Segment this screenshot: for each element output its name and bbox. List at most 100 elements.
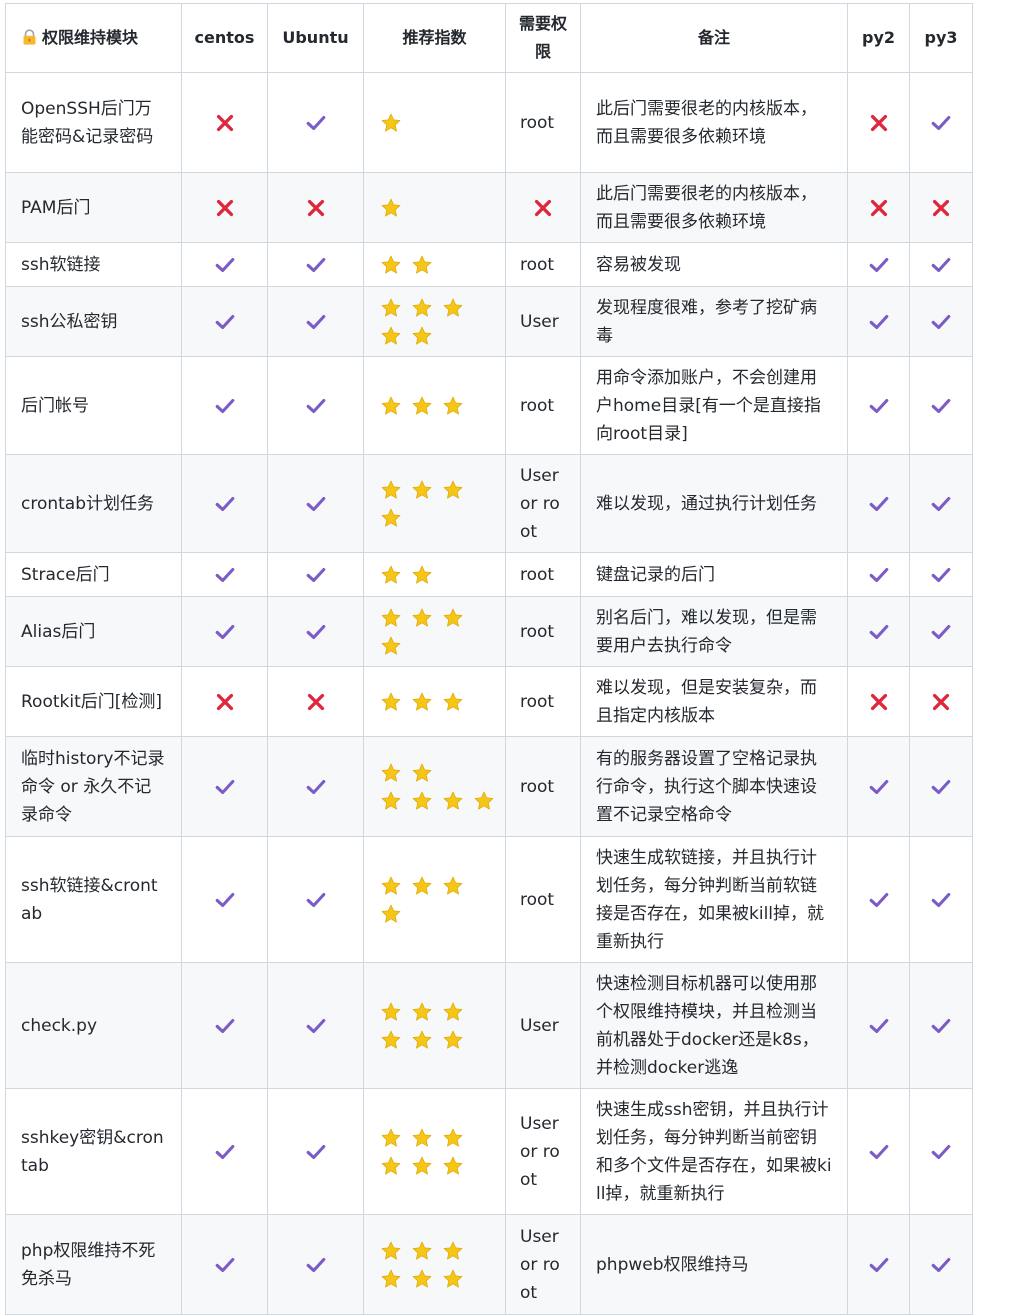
permission-cell: root: [505, 666, 581, 737]
py2-support-cell: [847, 72, 910, 173]
check-icon: [868, 254, 890, 276]
check-icon: [868, 776, 890, 798]
star-icon: [380, 197, 402, 219]
table-row: ssh软链接&crontab root 快速生成软链接，并且执行计划任务，每分钟判断…: [5, 836, 973, 963]
star-icon: [380, 1240, 402, 1262]
py2-support-cell: [847, 172, 910, 243]
py3-support-cell: [909, 552, 973, 597]
check-icon: [305, 564, 327, 586]
rating-cell: [363, 72, 506, 173]
permission-cell: root: [505, 552, 581, 597]
rating-cell: [363, 736, 506, 837]
star-row: [380, 998, 497, 1026]
check-icon: [214, 1141, 236, 1163]
py3-support-cell: [909, 286, 973, 357]
note-cell: 难以发现，但是安装复杂，而且指定内核版本: [580, 666, 848, 737]
py2-support-cell: [847, 1088, 910, 1215]
check-icon: [214, 1254, 236, 1276]
star-row: [380, 1124, 497, 1152]
note-cell: 快速生成ssh密钥，并且执行计划任务，每分钟判断当前密钥和多个文件是否存在，如果…: [580, 1088, 848, 1215]
star-icon: [411, 297, 433, 319]
check-icon: [214, 621, 236, 643]
star-row: [380, 294, 497, 322]
py2-support-cell: [847, 286, 910, 357]
rating-cell: [363, 172, 506, 243]
rating-cell: [363, 552, 506, 597]
table-body: OpenSSH后门万能密码&记录密码 root 此后门需要很老的内核版本，而且需要很…: [5, 72, 973, 1315]
permission-cell: User: [505, 962, 581, 1089]
star-row: [380, 1265, 497, 1293]
rating-cell: [363, 454, 506, 553]
centos-support-cell: [181, 356, 268, 455]
header-note: 备注: [580, 3, 848, 73]
star-icon: [380, 395, 402, 417]
check-icon: [868, 1015, 890, 1037]
py3-support-cell: [909, 962, 973, 1089]
centos-support-cell: [181, 172, 268, 243]
note-cell: 发现程度很难，参考了挖矿病毒: [580, 286, 848, 357]
centos-support-cell: [181, 552, 268, 597]
ubuntu-support-cell: [267, 666, 364, 737]
check-icon: [214, 564, 236, 586]
star-icon: [442, 1029, 464, 1051]
check-icon: [305, 1015, 327, 1037]
cross-icon: [305, 197, 327, 219]
persistence-modules-table-wrapper: 权限维持模块 centos Ubuntu 推荐指数 需要权限 备注 py2 py…: [5, 3, 973, 1315]
star-icon: [411, 790, 433, 812]
module-name-cell: sshkey密钥&crontab: [5, 1088, 182, 1215]
check-icon: [930, 254, 952, 276]
star-icon: [473, 790, 495, 812]
permission-cell: User or root: [505, 1088, 581, 1215]
table-header-row: 权限维持模块 centos Ubuntu 推荐指数 需要权限 备注 py2 py…: [5, 3, 973, 73]
module-name-cell: ssh软链接&crontab: [5, 836, 182, 963]
page-scrollbar[interactable]: [1016, 0, 1024, 1293]
star-icon: [380, 479, 402, 501]
permission-cell: root: [505, 72, 581, 173]
ubuntu-support-cell: [267, 72, 364, 173]
table-row: crontab计划任务 User or root 难以发现，通过执行计划任务: [5, 454, 973, 553]
cross-icon: [868, 197, 890, 219]
ubuntu-support-cell: [267, 172, 364, 243]
table-row: ssh公私密钥 User 发现程度很难，参考了挖矿病毒: [5, 286, 973, 357]
py2-support-cell: [847, 1214, 910, 1315]
check-icon: [868, 621, 890, 643]
check-icon: [305, 1141, 327, 1163]
py3-support-cell: [909, 596, 973, 667]
module-name-cell: Strace后门: [5, 552, 182, 597]
check-icon: [868, 1254, 890, 1276]
header-ubuntu: Ubuntu: [267, 3, 364, 73]
table-row: ssh软链接 root 容易被发现: [5, 242, 973, 287]
check-icon: [930, 1254, 952, 1276]
star-row: [380, 1026, 497, 1054]
star-row: [380, 476, 497, 504]
check-icon: [930, 889, 952, 911]
py2-support-cell: [847, 836, 910, 963]
table-row: OpenSSH后门万能密码&记录密码 root 此后门需要很老的内核版本，而且需要很…: [5, 72, 973, 173]
check-icon: [930, 776, 952, 798]
note-cell: 快速检测目标机器可以使用那个权限维持模块，并且检测当前机器处于docker还是k…: [580, 962, 848, 1089]
star-icon: [380, 1268, 402, 1290]
star-icon: [411, 1127, 433, 1149]
centos-support-cell: [181, 286, 268, 357]
check-icon: [214, 395, 236, 417]
star-icon: [442, 607, 464, 629]
module-name-cell: OpenSSH后门万能密码&记录密码: [5, 72, 182, 173]
permission-cell: User: [505, 286, 581, 357]
star-icon: [411, 1155, 433, 1177]
py2-support-cell: [847, 454, 910, 553]
py3-support-cell: [909, 356, 973, 455]
note-cell: 键盘记录的后门: [580, 552, 848, 597]
permission-cell: User or root: [505, 1214, 581, 1315]
check-icon: [305, 621, 327, 643]
header-permission: 需要权限: [505, 3, 581, 73]
table-row: php权限维持不死免杀马 User or root phpweb权限维持马: [5, 1214, 973, 1315]
persistence-modules-table: 权限维持模块 centos Ubuntu 推荐指数 需要权限 备注 py2 py…: [5, 3, 973, 1315]
cross-icon: [532, 197, 554, 219]
star-icon: [442, 875, 464, 897]
star-icon: [380, 1029, 402, 1051]
star-icon: [380, 691, 402, 713]
star-row: [380, 1237, 497, 1265]
star-icon: [411, 564, 433, 586]
note-cell: 此后门需要很老的内核版本，而且需要很多依赖环境: [580, 72, 848, 173]
py3-support-cell: [909, 172, 973, 243]
